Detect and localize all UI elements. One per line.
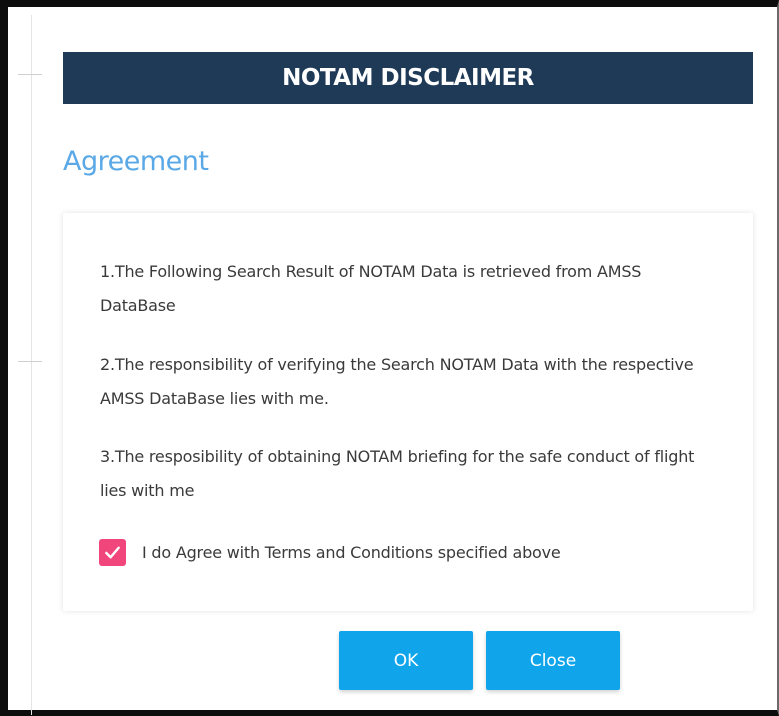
dialog-header: NOTAM DISCLAIMER bbox=[63, 52, 753, 104]
agree-row[interactable]: I do Agree with Terms and Conditions spe… bbox=[99, 539, 561, 566]
close-button[interactable]: Close bbox=[486, 631, 620, 690]
term-item-2: 2.The responsibility of verifying the Se… bbox=[100, 355, 694, 408]
backdrop-divider bbox=[31, 15, 32, 715]
ok-button[interactable]: OK bbox=[339, 631, 473, 690]
backdrop-line bbox=[18, 74, 42, 75]
terms-card: 1.The Following Search Result of NOTAM D… bbox=[63, 213, 753, 611]
checkmark-icon bbox=[105, 546, 120, 559]
agree-label: I do Agree with Terms and Conditions spe… bbox=[142, 543, 561, 562]
term-item-3: 3.The resposibility of obtaining NOTAM b… bbox=[100, 447, 695, 500]
section-title: Agreement bbox=[63, 146, 209, 177]
term-item-1: 1.The Following Search Result of NOTAM D… bbox=[100, 262, 642, 315]
agree-checkbox[interactable] bbox=[99, 539, 126, 566]
backdrop-line bbox=[18, 361, 42, 362]
dialog-title: NOTAM DISCLAIMER bbox=[282, 65, 534, 91]
